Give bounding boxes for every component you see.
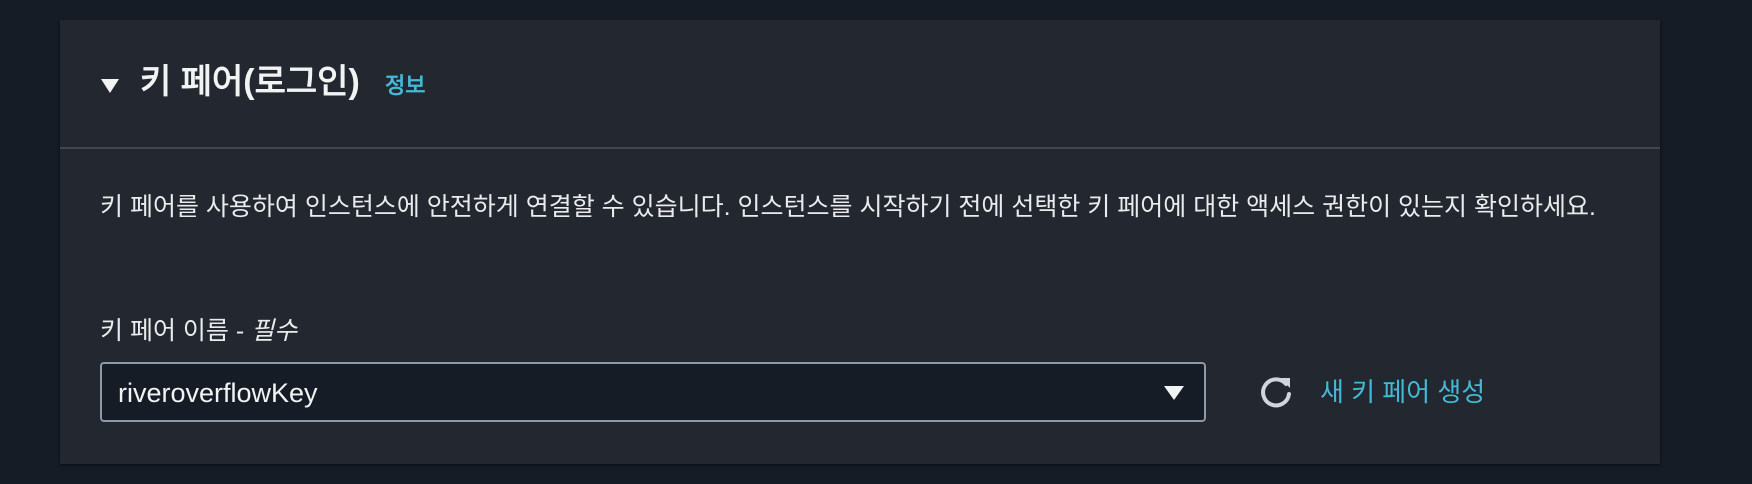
key-pair-name-label: 키 페어 이름 - 필수 [100,314,297,348]
key-pair-select-value: riveroverflowKey [118,378,318,408]
collapse-caret-icon[interactable] [98,74,122,98]
dropdown-caret-icon [1164,386,1184,400]
panel-title: 키 페어(로그인) [140,63,360,101]
create-key-pair-link[interactable]: 새 키 페어 생성 [1320,376,1485,408]
required-indicator: 필수 [251,317,298,345]
info-link[interactable]: 정보 [385,72,425,100]
key-pair-name-label-text: 키 페어 이름 - [100,317,252,345]
panel-description: 키 페어를 사용하여 인스턴스에 안전하게 연결할 수 있습니다. 인스턴스를 … [100,193,1596,221]
refresh-icon[interactable] [1256,372,1296,412]
key-pair-panel: 키 페어(로그인) 정보 키 페어를 사용하여 인스턴스에 안전하게 연결할 수… [60,20,1660,464]
panel-header: 키 페어(로그인) 정보 [60,20,1660,149]
key-pair-select[interactable]: riveroverflowKey [100,362,1206,422]
